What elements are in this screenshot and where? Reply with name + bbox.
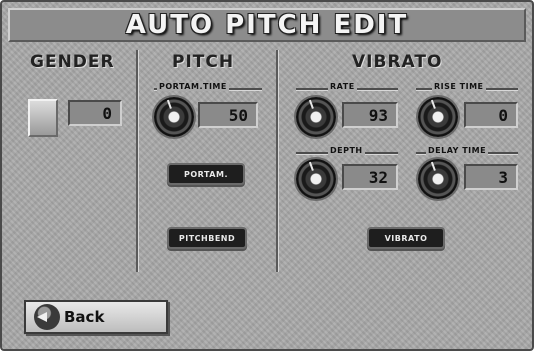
portam-time-knob-icon[interactable]: [154, 97, 194, 137]
rise-time-label: RISE TIME: [432, 82, 486, 91]
rise-time-value[interactable]: 0: [464, 102, 518, 128]
divider: [276, 50, 278, 272]
pitchbend-button[interactable]: PITCHBEND: [167, 227, 247, 249]
title-bar: AUTO PITCH EDIT: [8, 8, 526, 42]
section-gender-heading: GENDER: [30, 52, 115, 72]
back-arrow-icon: [34, 304, 60, 330]
gender-value[interactable]: 0: [68, 100, 122, 126]
page-title: AUTO PITCH EDIT: [125, 10, 409, 40]
divider: [136, 50, 138, 272]
delay-time-label: DELAY TIME: [426, 146, 489, 155]
depth-knob-icon[interactable]: [296, 159, 336, 199]
rate-knob-icon[interactable]: [296, 97, 336, 137]
delay-time-knob-icon[interactable]: [418, 159, 458, 199]
portam-time-label: PORTAM.TIME: [157, 82, 229, 91]
gender-button[interactable]: [28, 99, 58, 137]
vibrato-button[interactable]: VIBRATO: [367, 227, 445, 249]
portam-time-value[interactable]: 50: [198, 102, 258, 128]
back-button-label: Back: [64, 308, 105, 326]
back-button[interactable]: Back: [24, 300, 168, 334]
rate-value[interactable]: 93: [342, 102, 398, 128]
depth-value[interactable]: 32: [342, 164, 398, 190]
rise-time-knob-icon[interactable]: [418, 97, 458, 137]
section-pitch-heading: PITCH: [172, 52, 235, 72]
portam-button[interactable]: PORTAM.: [167, 163, 245, 185]
depth-label: DEPTH: [328, 146, 365, 155]
rate-label: RATE: [328, 82, 357, 91]
section-vibrato-heading: VIBRATO: [352, 52, 443, 72]
delay-time-value[interactable]: 3: [464, 164, 518, 190]
auto-pitch-edit-screen: AUTO PITCH EDIT GENDER PITCH VIBRATO 0 P…: [0, 0, 534, 351]
